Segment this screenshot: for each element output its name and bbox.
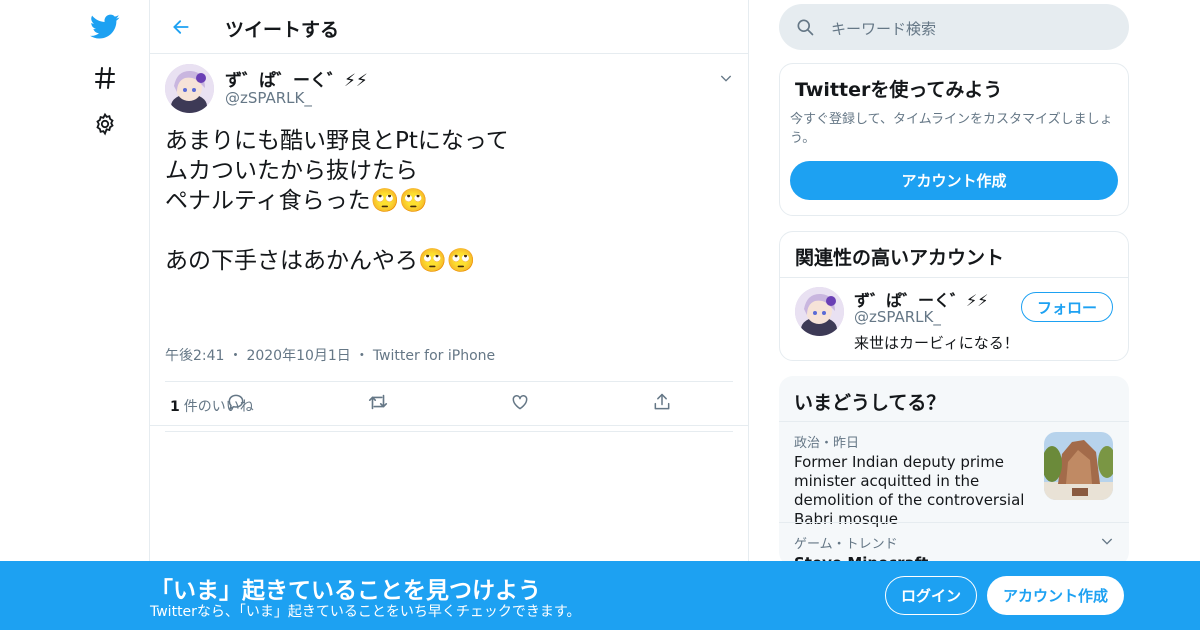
tweet-source[interactable]: Twitter for iPhone <box>373 348 495 364</box>
create-account-button[interactable]: アカウント作成 <box>790 161 1118 200</box>
avatar[interactable] <box>165 64 214 113</box>
meta-separator: ・ <box>354 348 369 364</box>
explore-hashtag-icon[interactable] <box>90 63 120 93</box>
tweet-meta: 午後2:41 ・ 2020年10月1日・ Twitter for iPhone <box>165 345 499 365</box>
divider <box>165 431 733 432</box>
tweet-time[interactable]: 午後2:41 <box>165 348 224 364</box>
banner-title: 「いま」起きていることを見つけよう <box>150 578 541 604</box>
related-bio: 来世はカービィになる！ <box>854 334 1019 352</box>
left-nav <box>0 0 150 630</box>
trend-thumbnail <box>1044 432 1113 500</box>
tweet-date[interactable]: 2020年10月1日 <box>246 348 350 364</box>
chevron-down-icon[interactable] <box>1099 533 1115 549</box>
search-placeholder: キーワード検索 <box>831 20 937 38</box>
search-icon <box>795 17 815 41</box>
tweet-text: あまりにも酷い野良とPtになって ムカついたから抜けたら ペナルティ食らった🙄🙄… <box>165 128 509 274</box>
login-button[interactable]: ログイン <box>885 576 977 615</box>
trend-headline: Former Indian deputy prime minister acqu… <box>794 453 1025 528</box>
signup-banner: 「いま」起きていることを見つけよう Twitterなら、「いま」起きていることを… <box>0 561 1200 630</box>
page-title: ツイートする <box>225 19 340 41</box>
page-header: ツイートする <box>150 0 748 54</box>
signup-card-title: Twitterを使ってみよう <box>795 79 1003 101</box>
divider <box>780 277 1128 278</box>
author-display-name[interactable]: ず゛ぱ゛ーく゛⚡⚡ <box>225 66 368 91</box>
trend-item[interactable]: 政治・昨日 Former Indian deputy prime ministe… <box>779 422 1129 528</box>
follow-button[interactable]: フォロー <box>1021 292 1113 322</box>
chevron-down-icon[interactable] <box>718 70 734 86</box>
back-arrow-icon[interactable] <box>168 14 194 40</box>
retweet-icon[interactable] <box>366 390 390 414</box>
related-card-title: 関連性の高いアカウント <box>795 247 1005 269</box>
tweet-actions <box>150 378 748 426</box>
trend-meta: ゲーム・トレンド <box>794 537 898 552</box>
trend-meta: 政治・昨日 <box>794 436 860 451</box>
trends-card: いまどうしてる？ 政治・昨日 Former Indian deputy prim… <box>779 376 1129 566</box>
settings-gear-icon[interactable] <box>90 109 120 139</box>
signup-button[interactable]: アカウント作成 <box>987 576 1124 615</box>
search-input[interactable]: キーワード検索 <box>779 4 1129 50</box>
trends-title: いまどうしてる？ <box>794 392 946 414</box>
avatar[interactable] <box>795 287 844 336</box>
main-column: ツイートする ず゛ぱ゛ーく゛⚡⚡ @zSPARLK_ あまりにも酷い野良とPtに… <box>149 0 749 630</box>
banner-subtitle: Twitterなら、「いま」起きていることをいち早くチェックできます。 <box>150 604 581 620</box>
signup-card: Twitterを使ってみよう 今すぐ登録して、タイムラインをカスタマイズしましょ… <box>779 63 1129 216</box>
meta-separator: ・ <box>228 348 243 364</box>
reply-icon[interactable] <box>224 390 248 414</box>
related-handle[interactable]: @zSPARLK_ <box>854 308 941 326</box>
related-accounts-card: 関連性の高いアカウント ず゛ぱ゛ーく゛⚡⚡ @zSPARLK_ 来世はカービィに… <box>779 231 1129 361</box>
author-handle[interactable]: @zSPARLK_ <box>225 89 312 107</box>
share-icon[interactable] <box>650 390 674 414</box>
trend-item[interactable]: ゲーム・トレンド Steve Minecraft <box>779 523 1129 566</box>
signup-card-description: 今すぐ登録して、タイムラインをカスタマイズしましょう。 <box>790 112 1113 146</box>
like-heart-icon[interactable] <box>508 390 532 414</box>
twitter-bird-icon[interactable] <box>90 12 120 42</box>
